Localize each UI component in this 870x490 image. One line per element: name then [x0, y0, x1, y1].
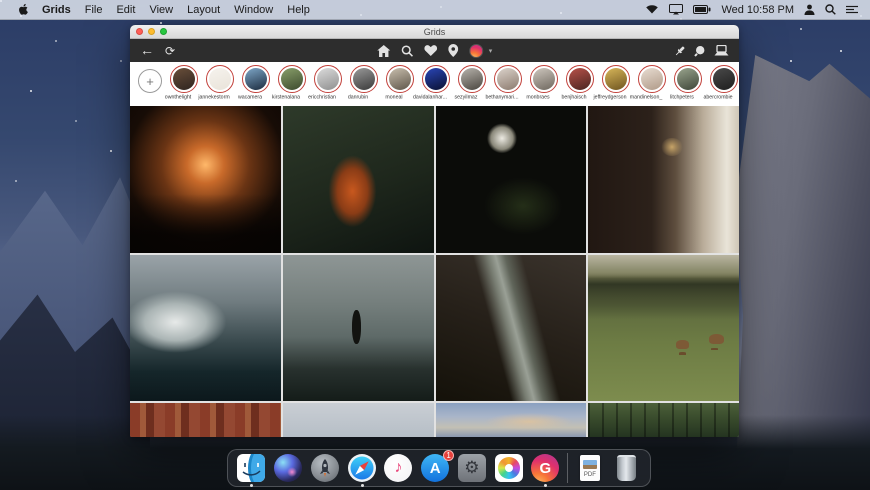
dock-launchpad-icon[interactable] [310, 453, 340, 483]
story-username: litchpeters [669, 94, 694, 100]
dock-separator [567, 453, 569, 483]
menu-bar: Grids File Edit View Layout Window Help Wed 1… [0, 0, 870, 20]
running-indicator [250, 484, 254, 487]
dock-pdf-document-icon[interactable]: PDF [575, 453, 605, 483]
add-story-button[interactable]: + [138, 69, 162, 93]
story-username: davidalanhar... [412, 94, 447, 100]
photo-forest-river[interactable] [435, 255, 587, 401]
menu-edit[interactable]: Edit [116, 4, 135, 16]
menu-layout[interactable]: Layout [187, 4, 220, 16]
story-avatar[interactable] [602, 65, 630, 93]
dropdown-caret-icon[interactable]: ▾ [489, 47, 493, 55]
story-avatar[interactable] [278, 65, 306, 93]
running-indicator [360, 484, 364, 487]
story-abercrombie[interactable]: abercrombie [703, 65, 739, 104]
back-icon[interactable]: ← [140, 43, 154, 57]
app-store-badge: 1 [443, 450, 455, 461]
stories-bar: + ownthelight jannekestorm wacamera kirsten… [130, 62, 739, 107]
story-username: kirstenalana [271, 94, 300, 100]
dock-system-preferences-icon[interactable]: ⚙ [457, 453, 487, 483]
dock-app-store-icon[interactable]: A 1 [420, 450, 455, 483]
window-titlebar[interactable]: Grids [130, 25, 739, 39]
story-username: ericchristian [307, 94, 336, 100]
zoom-icon[interactable] [694, 45, 706, 57]
photo-lake-figure[interactable] [282, 255, 434, 401]
menu-window[interactable]: Window [234, 4, 273, 16]
likes-heart-icon[interactable] [423, 45, 437, 56]
story-username: bethanymari... [484, 94, 519, 100]
spotlight-search-icon[interactable] [825, 4, 836, 15]
story-username: jeffreydgerson [593, 94, 626, 100]
search-icon[interactable] [401, 44, 413, 57]
photo-storm-fjord[interactable] [130, 255, 281, 401]
account-avatar[interactable] [468, 43, 483, 58]
menu-help[interactable]: Help [287, 4, 310, 16]
story-avatar[interactable] [638, 65, 666, 93]
story-avatar[interactable] [566, 65, 594, 93]
story-username: moneal [384, 94, 403, 100]
dock-grids-icon[interactable]: G [530, 453, 560, 487]
story-username: benjhaisch [561, 94, 586, 100]
photo-concert[interactable] [130, 106, 281, 253]
dock-trash-icon[interactable] [612, 453, 642, 483]
menu-view[interactable]: View [149, 4, 173, 16]
display-mirroring-icon[interactable] [669, 4, 684, 15]
dock: ♪ A 1 ⚙ G PDF [227, 449, 651, 487]
menu-clock[interactable]: Wed 10:58 PM [721, 4, 794, 16]
window-title: Grids [423, 26, 446, 37]
pushpin-icon[interactable] [674, 45, 686, 57]
dock-siri-icon[interactable] [273, 453, 303, 483]
story-username: jannekestorm [197, 94, 230, 100]
photo-dusk-clouds[interactable] [435, 403, 587, 437]
devices-icon[interactable] [714, 45, 729, 56]
story-username: abercrombie [702, 94, 733, 100]
grids-window: Grids ← ⟳ ▾ + ownthelight jannekestorm w… [130, 25, 739, 437]
story-avatar[interactable] [386, 65, 414, 93]
story-username: ownthelight [164, 94, 191, 100]
story-avatar[interactable] [710, 65, 738, 93]
menu-file[interactable]: File [85, 4, 103, 16]
photo-green-forest[interactable] [588, 403, 739, 437]
story-avatar[interactable] [494, 65, 522, 93]
photo-misty-water[interactable] [282, 403, 434, 437]
photo-rust-planks[interactable] [130, 403, 281, 437]
home-icon[interactable] [376, 44, 390, 57]
dock-safari-icon[interactable] [347, 453, 377, 487]
photo-white-flower[interactable] [435, 106, 587, 253]
story-username: mandinelson_ [629, 94, 662, 100]
user-icon[interactable] [804, 4, 815, 15]
story-avatar[interactable] [350, 65, 378, 93]
photo-deer-meadow[interactable] [588, 255, 739, 401]
menu-app-grids[interactable]: Grids [42, 4, 71, 16]
story-username: sezyilmaz [454, 94, 477, 100]
story-avatar[interactable] [530, 65, 558, 93]
story-avatar[interactable] [314, 65, 342, 93]
battery-icon[interactable] [693, 5, 711, 14]
running-indicator [544, 484, 548, 487]
story-username: danrubin [347, 94, 368, 100]
notification-center-icon[interactable] [846, 5, 858, 15]
grid-view-icon[interactable] [186, 46, 196, 56]
story-avatar[interactable] [674, 65, 702, 93]
story-avatar[interactable] [242, 65, 270, 93]
apple-menu-icon[interactable] [16, 3, 28, 16]
story-username: monbraes [525, 94, 550, 100]
wifi-icon[interactable] [645, 4, 659, 15]
desktop: Grids File Edit View Layout Window Help Wed 1… [0, 0, 870, 490]
dock-itunes-icon[interactable]: ♪ [383, 453, 413, 483]
refresh-icon[interactable]: ⟳ [165, 45, 175, 57]
story-username: wacamera [237, 94, 262, 100]
story-avatar[interactable] [458, 65, 486, 93]
story-avatar[interactable] [422, 65, 450, 93]
photo-boy-window[interactable] [588, 106, 739, 253]
dock-photos-icon[interactable] [494, 453, 524, 483]
dock-finder-icon[interactable] [236, 453, 266, 487]
photo-orange-dress[interactable] [282, 106, 434, 253]
photo-grid [130, 106, 739, 437]
story-avatar[interactable] [206, 65, 234, 93]
window-toolbar: ← ⟳ ▾ [130, 39, 739, 62]
location-pin-icon[interactable] [447, 44, 458, 57]
story-avatar[interactable] [170, 65, 198, 93]
